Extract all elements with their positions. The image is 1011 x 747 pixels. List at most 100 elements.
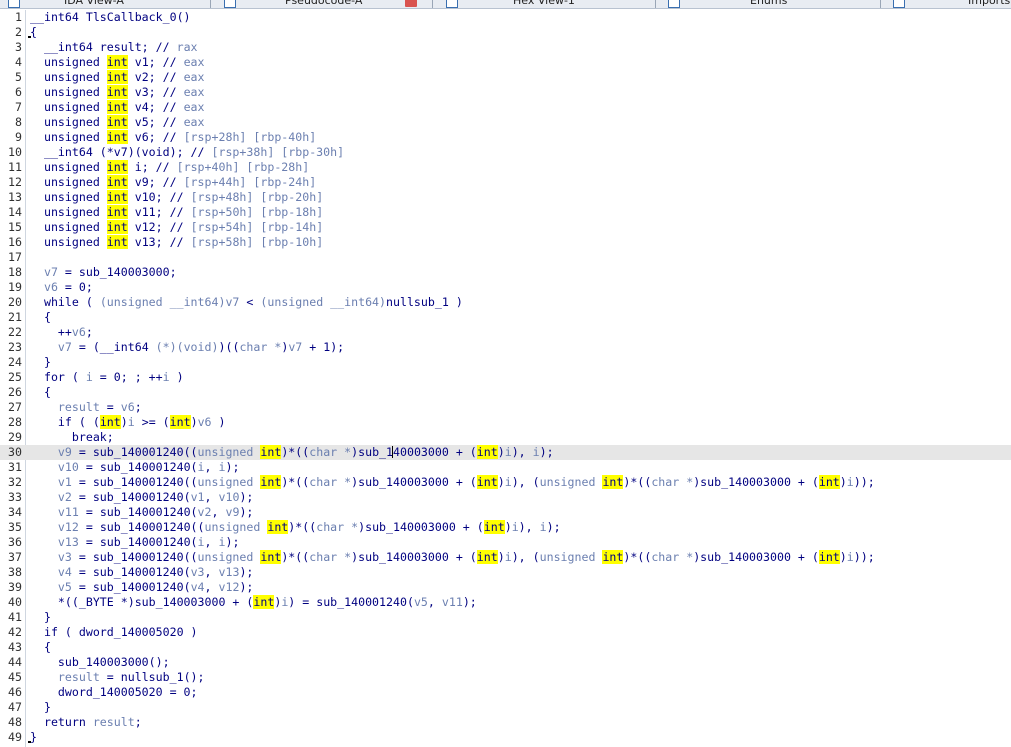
code-line[interactable]: 49} [0,730,1011,745]
code-line[interactable]: 26 { [0,385,1011,400]
code-line[interactable]: 22 ++v6; [0,325,1011,340]
code-line[interactable]: 13 unsigned int v10; // [rsp+48h] [rbp-2… [0,190,1011,205]
code-text[interactable]: v4 = sub_140001240(v3, v13); [30,565,254,580]
code-text[interactable]: unsigned int v1; // eax [30,55,205,70]
code-line[interactable]: 7 unsigned int v4; // eax [0,100,1011,115]
code-line[interactable]: 9 unsigned int v6; // [rsp+28h] [rbp-40h… [0,130,1011,145]
code-text[interactable]: unsigned int v13; // [rsp+58h] [rbp-10h] [30,235,323,250]
code-line[interactable]: 10 __int64 (*v7)(void); // [rsp+38h] [rb… [0,145,1011,160]
code-line[interactable]: 8 unsigned int v5; // eax [0,115,1011,130]
code-line-current[interactable]: 30 v9 = sub_140001240((unsigned int)*((c… [0,445,1011,460]
code-line[interactable]: 4 unsigned int v1; // eax [0,55,1011,70]
code-text[interactable]: v2 = sub_140001240(v1, v10); [30,490,254,505]
code-text[interactable]: v7 = sub_140003000; [30,265,177,280]
code-line[interactable]: 42 if ( dword_140005020 ) [0,625,1011,640]
code-line[interactable]: 37 v3 = sub_140001240((unsigned int)*((c… [0,550,1011,565]
code-line[interactable]: 15 unsigned int v12; // [rsp+54h] [rbp-1… [0,220,1011,235]
code-line[interactable]: 2{ [0,25,1011,40]
code-text[interactable]: v7 = (__int64 (*)(void))((char *)v7 + 1)… [30,340,344,355]
tab-enums[interactable]: Enums [750,0,787,8]
code-line[interactable]: 48 return result; [0,715,1011,730]
code-line[interactable]: 5 unsigned int v2; // eax [0,70,1011,85]
code-line[interactable]: 3 __int64 result; // rax [0,40,1011,55]
code-text[interactable]: v13 = sub_140001240(i, i); [30,535,240,550]
code-line[interactable]: 44 sub_140003000(); [0,655,1011,670]
code-line[interactable]: 46 dword_140005020 = 0; [0,685,1011,700]
code-line[interactable]: 20 while ( (unsigned __int64)v7 < (unsig… [0,295,1011,310]
code-text[interactable]: dword_140005020 = 0; [30,685,198,700]
code-text[interactable]: for ( i = 0; ; ++i ) [30,370,184,385]
tab-pseudocode-a[interactable]: Pseudocode-A [285,0,362,8]
code-line[interactable]: 41 } [0,610,1011,625]
code-line[interactable]: 34 v11 = sub_140001240(v2, v9); [0,505,1011,520]
code-text[interactable]: unsigned int v4; // eax [30,100,205,115]
code-text[interactable]: v6 = 0; [30,280,93,295]
code-text[interactable]: break; [30,430,114,445]
code-text[interactable]: unsigned int v5; // eax [30,115,205,130]
code-line[interactable]: 29 break; [0,430,1011,445]
code-text[interactable]: v9 = sub_140001240((unsigned int)*((char… [30,445,554,460]
code-line[interactable]: 1 __int64 TlsCallback_0() [0,10,1011,25]
code-text[interactable]: if ( (int)i >= (int)v6 ) [30,415,226,430]
code-line[interactable]: 21 { [0,310,1011,325]
code-line[interactable]: 36 v13 = sub_140001240(i, i); [0,535,1011,550]
code-text[interactable]: ++v6; [30,325,93,340]
tab-imports[interactable]: Imports [968,0,1010,8]
code-text[interactable]: if ( dword_140005020 ) [30,625,198,640]
code-text[interactable]: { [30,310,51,325]
code-line[interactable]: 38 v4 = sub_140001240(v3, v13); [0,565,1011,580]
code-text[interactable]: return result; [30,715,142,730]
code-line[interactable]: 32 v1 = sub_140001240((unsigned int)*((c… [0,475,1011,490]
code-text[interactable]: unsigned int v9; // [rsp+44h] [rbp-24h] [30,175,316,190]
pseudocode-view[interactable]: 1 __int64 TlsCallback_0() 2{3 __int64 resu… [0,10,1011,745]
code-text[interactable]: unsigned int i; // [rsp+40h] [rbp-28h] [30,160,309,175]
code-text[interactable]: { [30,640,51,655]
code-line[interactable]: 35 v12 = sub_140001240((unsigned int)*((… [0,520,1011,535]
code-line[interactable]: 40 *((_BYTE *)sub_140003000 + (int)i) = … [0,595,1011,610]
code-line[interactable]: 43 { [0,640,1011,655]
code-text[interactable]: { [30,385,51,400]
code-text[interactable]: result = nullsub_1(); [30,670,205,685]
code-line[interactable]: 28 if ( (int)i >= (int)v6 ) [0,415,1011,430]
code-text[interactable]: unsigned int v3; // eax [30,85,205,100]
code-text[interactable]: } [30,355,51,370]
code-text[interactable]: *((_BYTE *)sub_140003000 + (int)i) = sub… [30,595,477,610]
code-line[interactable]: 23 v7 = (__int64 (*)(void))((char *)v7 +… [0,340,1011,355]
code-text[interactable]: v1 = sub_140001240((unsigned int)*((char… [30,475,875,490]
code-text[interactable]: v11 = sub_140001240(v2, v9); [30,505,254,520]
code-text[interactable]: unsigned int v10; // [rsp+48h] [rbp-20h] [30,190,323,205]
code-line[interactable]: 18 v7 = sub_140003000; [0,265,1011,280]
close-tab-icon[interactable] [405,0,417,7]
code-text[interactable]: v12 = sub_140001240((unsigned int)*((cha… [30,520,561,535]
code-line[interactable]: 19 v6 = 0; [0,280,1011,295]
code-line[interactable]: 16 unsigned int v13; // [rsp+58h] [rbp-1… [0,235,1011,250]
code-line[interactable]: 27 result = v6; [0,400,1011,415]
tab-hex-view-1[interactable]: Hex View-1 [513,0,575,8]
code-text[interactable]: result = v6; [30,400,142,415]
code-line[interactable]: 39 v5 = sub_140001240(v4, v12); [0,580,1011,595]
code-line[interactable]: 33 v2 = sub_140001240(v1, v10); [0,490,1011,505]
code-text[interactable]: unsigned int v12; // [rsp+54h] [rbp-14h] [30,220,323,235]
code-text[interactable]: } [30,730,37,745]
code-text[interactable]: sub_140003000(); [30,655,170,670]
code-line[interactable]: 17 [0,250,1011,265]
code-line[interactable]: 47 } [0,700,1011,715]
code-line[interactable]: 14 unsigned int v11; // [rsp+50h] [rbp-1… [0,205,1011,220]
code-text[interactable]: while ( (unsigned __int64)v7 < (unsigned… [30,295,463,310]
code-text[interactable]: v5 = sub_140001240(v4, v12); [30,580,254,595]
code-text[interactable]: __int64 result; // rax [30,40,198,55]
code-text[interactable]: v3 = sub_140001240((unsigned int)*((char… [30,550,875,565]
code-line[interactable]: 24 } [0,355,1011,370]
code-text[interactable]: { [30,25,37,40]
code-line[interactable]: 25 for ( i = 0; ; ++i ) [0,370,1011,385]
code-text[interactable]: unsigned int v11; // [rsp+50h] [rbp-18h] [30,205,323,220]
tab-ida-view-a[interactable]: IDA View-A [64,0,124,8]
code-line[interactable]: 12 unsigned int v9; // [rsp+44h] [rbp-24… [0,175,1011,190]
code-text[interactable]: __int64 TlsCallback_0() [30,10,191,25]
code-text[interactable]: } [30,700,51,715]
code-line[interactable]: 45 result = nullsub_1(); [0,670,1011,685]
code-line[interactable]: 11 unsigned int i; // [rsp+40h] [rbp-28h… [0,160,1011,175]
code-text[interactable]: unsigned int v2; // eax [30,70,205,85]
code-text[interactable]: } [30,610,51,625]
code-line[interactable]: 6 unsigned int v3; // eax [0,85,1011,100]
